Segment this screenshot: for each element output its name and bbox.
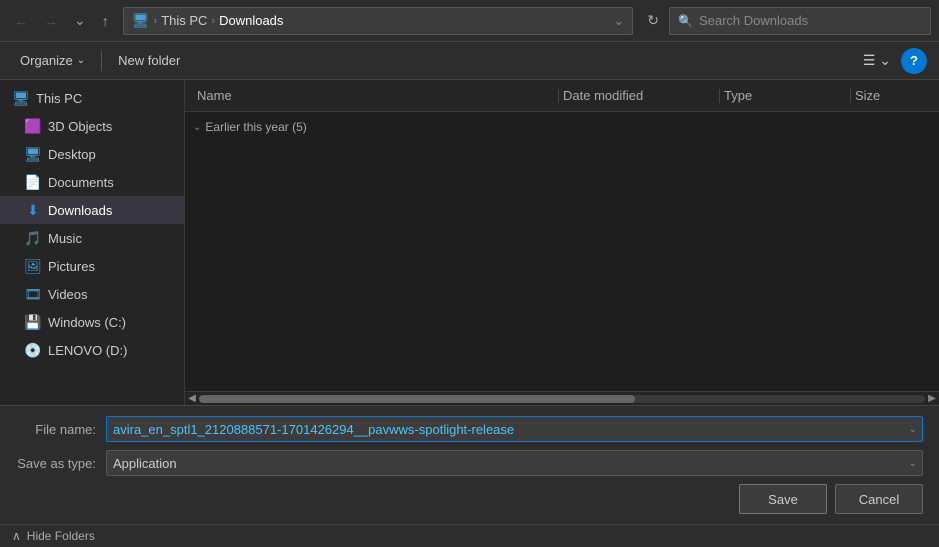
toolbar-separator (101, 51, 102, 71)
organize-chevron-icon: ⌄ (77, 55, 85, 66)
sidebar-item-3d-objects[interactable]: 🟪 3D Objects (0, 112, 184, 140)
sidebar-item-this-pc[interactable]: 🖥 This PC (0, 84, 184, 112)
save-as-type-select[interactable]: Application (106, 450, 923, 476)
back-button[interactable]: ← (8, 9, 34, 33)
file-area: Name Date modified Type Size ⌄ Earlier t… (185, 80, 939, 405)
forward-button[interactable]: → (38, 9, 64, 33)
search-icon: 🔍 (678, 14, 693, 28)
scroll-left-arrow[interactable]: ◀ (185, 392, 199, 406)
sidebar-pictures-label: Pictures (48, 259, 95, 274)
windows-c-icon: 💾 (24, 313, 42, 331)
bottom-bar: File name: ⌄ Save as type: Application ⌄… (0, 405, 939, 524)
hide-folders-chevron-icon: ∧ (12, 529, 21, 543)
breadcrumb-downloads: Downloads (219, 13, 283, 28)
save-as-type-wrapper: Application ⌄ (106, 450, 923, 476)
file-name-input-wrapper: ⌄ (106, 416, 923, 442)
col-header-name[interactable]: Name (193, 88, 558, 103)
file-name-input[interactable] (106, 416, 923, 442)
videos-icon: 🎞 (24, 285, 42, 303)
search-input[interactable] (699, 13, 922, 28)
breadcrumb-dropdown-icon[interactable]: ⌄ (613, 13, 624, 29)
new-folder-label: New folder (118, 53, 180, 68)
sidebar-desktop-label: Desktop (48, 147, 96, 162)
new-folder-button[interactable]: New folder (110, 49, 188, 72)
breadcrumb-sep-2: › (211, 15, 215, 27)
sidebar-item-downloads[interactable]: ⬇ Downloads (0, 196, 184, 224)
toolbar: Organize ⌄ New folder ☰ ⌄ ? (0, 42, 939, 80)
sidebar-this-pc-label: This PC (36, 91, 82, 106)
organize-button[interactable]: Organize ⌄ (12, 49, 93, 72)
sidebar-3d-objects-label: 3D Objects (48, 119, 112, 134)
horizontal-scrollbar[interactable]: ◀ ▶ (185, 391, 939, 405)
search-bar: 🔍 (669, 7, 931, 35)
breadcrumb-sep-1: › (154, 15, 158, 27)
file-list[interactable]: ⌄ Earlier this year (5) (185, 112, 939, 391)
breadcrumb-this-pc[interactable]: This PC (161, 13, 207, 28)
sidebar-item-documents[interactable]: 📄 Documents (0, 168, 184, 196)
breadcrumb-bar: 🖥 › This PC › Downloads ⌄ (123, 7, 634, 35)
sidebar-item-windows-c[interactable]: 💾 Windows (C:) (0, 308, 184, 336)
save-as-type-label: Save as type: (16, 456, 106, 471)
toolbar-right: ☰ ⌄ ? (857, 48, 927, 74)
sidebar-music-label: Music (48, 231, 82, 246)
desktop-icon: 🖥 (24, 145, 42, 163)
sidebar-content: 🖥 This PC 🟪 3D Objects 🖥 Desktop 📄 Docum… (0, 80, 184, 405)
sidebar-item-pictures[interactable]: 🖼 Pictures (0, 252, 184, 280)
sidebar-documents-label: Documents (48, 175, 114, 190)
sidebar-videos-label: Videos (48, 287, 88, 302)
col-header-date[interactable]: Date modified (559, 88, 719, 103)
save-as-type-row: Save as type: Application ⌄ (16, 450, 923, 476)
pictures-icon: 🖼 (24, 257, 42, 275)
group-header-text: Earlier this year (5) (205, 120, 306, 134)
view-toggle-button[interactable]: ☰ ⌄ (857, 48, 897, 73)
scroll-thumb (199, 395, 635, 403)
refresh-button[interactable]: ↻ (641, 8, 665, 33)
save-button[interactable]: Save (739, 484, 827, 514)
sidebar-item-lenovo-d[interactable]: 💿 LENOVO (D:) (0, 336, 184, 364)
documents-icon: 📄 (24, 173, 42, 191)
sidebar-windows-c-label: Windows (C:) (48, 315, 126, 330)
action-row: Save Cancel (16, 484, 923, 514)
sidebar-item-music[interactable]: 🎵 Music (0, 224, 184, 252)
3d-objects-icon: 🟪 (24, 117, 42, 135)
main-area: 🖥 This PC 🟪 3D Objects 🖥 Desktop 📄 Docum… (0, 80, 939, 405)
breadcrumb-pc-icon: 🖥 (132, 12, 150, 29)
hide-folders-bar[interactable]: ∧ Hide Folders (0, 524, 939, 547)
sidebar: 🖥 This PC 🟪 3D Objects 🖥 Desktop 📄 Docum… (0, 80, 185, 405)
col-header-size[interactable]: Size (851, 88, 931, 103)
file-name-row: File name: ⌄ (16, 416, 923, 442)
cancel-button[interactable]: Cancel (835, 484, 923, 514)
group-header-earlier[interactable]: ⌄ Earlier this year (5) (185, 116, 939, 138)
scroll-track[interactable] (199, 395, 925, 403)
top-bar: ← → ⌄ ↑ 🖥 › This PC › Downloads ⌄ ↻ 🔍 (0, 0, 939, 42)
recent-locations-button[interactable]: ⌄ (68, 8, 92, 33)
sidebar-downloads-label: Downloads (48, 203, 112, 218)
sidebar-item-desktop[interactable]: 🖥 Desktop (0, 140, 184, 168)
organize-label: Organize (20, 53, 73, 68)
column-headers: Name Date modified Type Size (185, 80, 939, 112)
lenovo-d-icon: 💿 (24, 341, 42, 359)
hide-folders-label: Hide Folders (27, 529, 95, 543)
group-chevron-icon: ⌄ (193, 122, 201, 133)
up-button[interactable]: ↑ (96, 9, 115, 33)
sidebar-lenovo-d-label: LENOVO (D:) (48, 343, 127, 358)
downloads-icon: ⬇ (24, 201, 42, 219)
help-button[interactable]: ? (901, 48, 927, 74)
file-name-label: File name: (16, 422, 106, 437)
col-header-type[interactable]: Type (720, 88, 850, 103)
sidebar-item-videos[interactable]: 🎞 Videos (0, 280, 184, 308)
scroll-right-arrow[interactable]: ▶ (925, 392, 939, 406)
music-icon: 🎵 (24, 229, 42, 247)
this-pc-icon: 🖥 (12, 89, 30, 107)
